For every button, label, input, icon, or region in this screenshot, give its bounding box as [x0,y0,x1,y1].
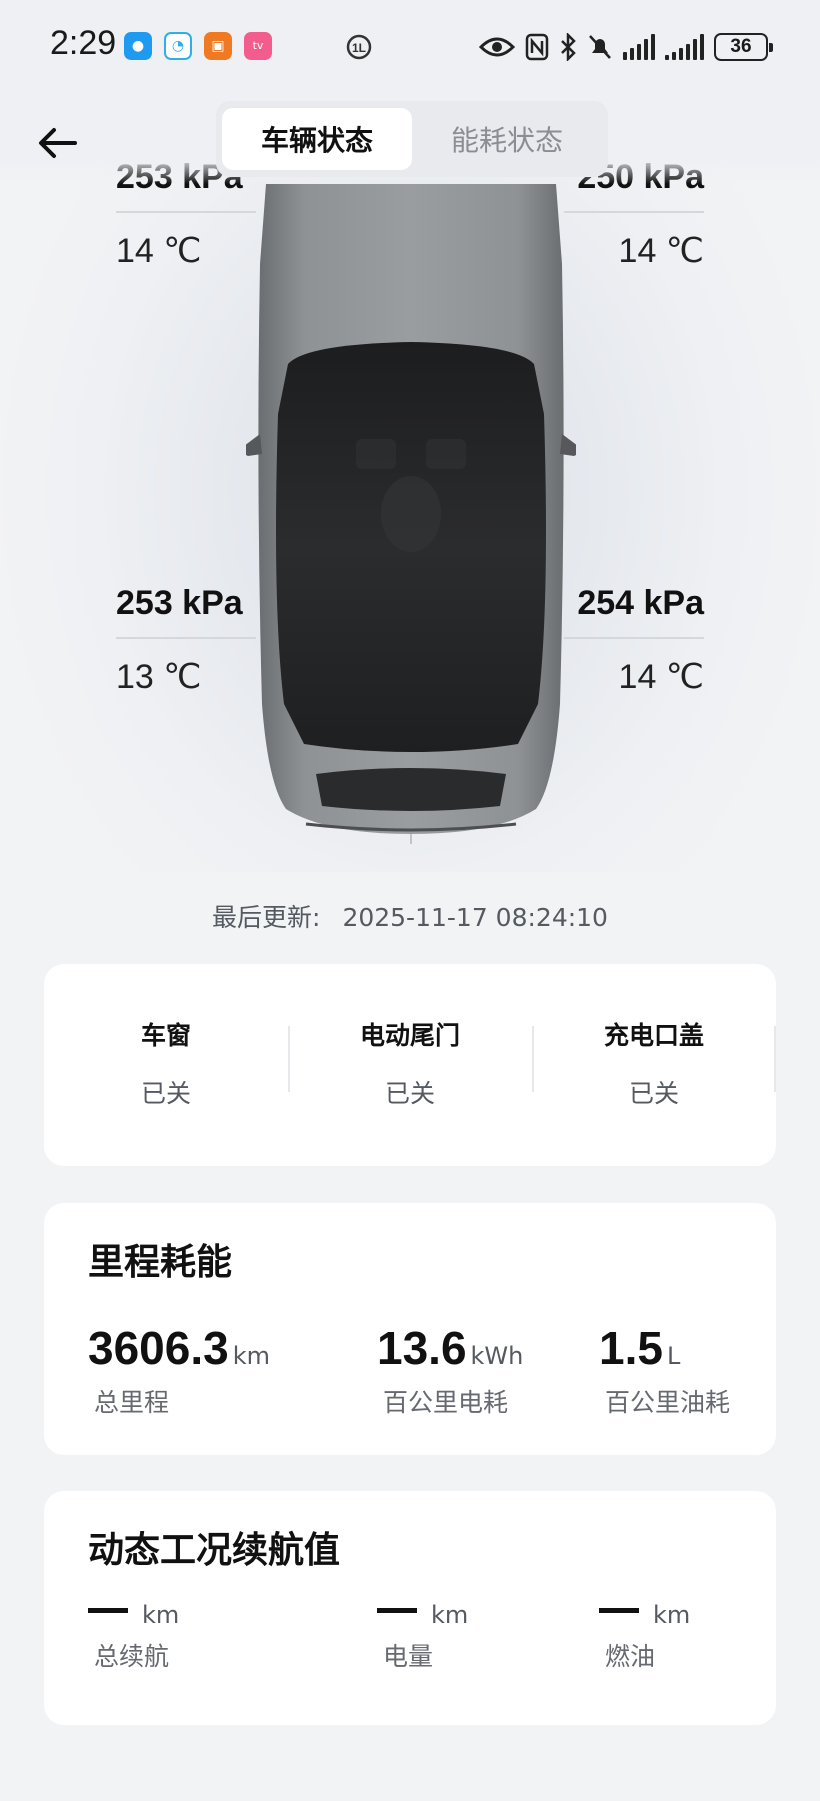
chat-app-icon: ◔ [164,32,192,60]
metric-label: 燃油 [605,1642,656,1671]
fuel-consumption-metric: 1.5 L 百公里油耗 [599,1321,730,1419]
dynamic-range-card: 动态工况续航值 km 总续航 km 电量 km 燃油 [44,1491,776,1725]
mileage-card: 里程耗能 3606.3 km 总里程 13.6 kWh 百公里电耗 1.5 L 百公里… [44,1203,776,1455]
tire-temp-value: 14 ℃ [116,232,202,270]
svg-text:1L: 1L [352,41,366,55]
metric-label: 总续航 [94,1642,170,1671]
eye-icon [479,37,515,57]
empty-value-dash [599,1608,639,1613]
battery-icon: 36 [714,33,773,61]
empty-value-dash [377,1608,417,1613]
window-status: 车窗 已关 [44,1016,288,1166]
metric-unit: L [666,1342,681,1370]
metric-label: 百公里油耗 [605,1388,731,1417]
status-icons: 36 [479,30,773,64]
metric-value: 3606.3 [88,1322,229,1374]
status-title: 车窗 [140,1021,191,1050]
bluetooth-icon [561,33,576,61]
electric-range-metric: km 电量 [377,1601,468,1673]
status-time: 2:29 [50,24,117,62]
metric-value: 1.5 [599,1322,663,1374]
total-mileage-metric: 3606.3 km 总里程 [88,1321,270,1419]
tab-vehicle-status[interactable]: 车辆状态 [222,108,412,170]
status-value: 已关 [140,1079,191,1108]
total-range-metric: km 总续航 [88,1601,179,1673]
last-updated-value: 2025-11-17 08:24:10 [342,903,608,932]
nfc-icon [525,33,549,61]
charge-port-status: 充电口盖 已关 [532,1016,776,1166]
divider [564,211,704,213]
signal-icon [623,34,655,60]
tailgate-status: 电动尾门 已关 [288,1016,532,1166]
card-title: 动态工况续航值 [88,1530,341,1571]
message-app-icon: ● [124,32,152,60]
metric-unit: km [142,1601,180,1629]
status-value: 已关 [628,1079,679,1108]
back-arrow-icon [39,128,77,158]
tire-temp-value: 14 ℃ [618,232,704,270]
tire-rear-right: 254 kPa 14 ℃ [564,584,704,697]
metric-unit: kWh [470,1342,524,1370]
tire-rear-left: 253 kPa 13 ℃ [116,584,256,697]
fuel-range-metric: km 燃油 [599,1601,690,1673]
back-button[interactable] [28,114,86,172]
metric-unit: km [653,1601,691,1629]
divider [116,211,256,213]
header-bar: 车辆状态 能耗状态 [0,92,820,184]
tire-temp-value: 13 ℃ [116,658,202,696]
status-title: 电动尾门 [359,1021,460,1050]
last-updated-label: 最后更新: [212,903,321,932]
tab-energy-status[interactable]: 能耗状态 [412,108,602,170]
tire-temp-value: 14 ℃ [618,658,704,696]
divider [564,637,704,639]
tire-pressure-value: 253 kPa [116,584,243,622]
mute-icon [589,35,611,59]
card-title: 里程耗能 [88,1242,233,1283]
bilibili-app-icon: tv [244,32,272,60]
metric-unit: km [232,1342,270,1370]
metric-label: 电量 [383,1642,434,1671]
signal-icon [665,34,704,60]
metric-unit: km [431,1601,469,1629]
metric-label: 百公里电耗 [383,1388,509,1417]
empty-value-dash [88,1608,128,1613]
status-title: 充电口盖 [603,1021,704,1050]
closure-status-card: 车窗 已关 电动尾门 已关 充电口盖 已关 [44,964,776,1166]
orange-app-icon: ▣ [204,32,232,60]
status-bar: 2:29 ● ◔ ▣ tv 1L 36 [0,0,820,92]
divider [116,637,256,639]
status-value: 已关 [384,1079,435,1108]
power-consumption-metric: 13.6 kWh 百公里电耗 [377,1321,523,1419]
tab-bar: 车辆状态 能耗状态 [216,101,608,177]
car-top-view-image [246,184,576,844]
sync-icon: 1L [346,34,372,60]
tire-pressure-value: 254 kPa [577,584,704,622]
metric-label: 总里程 [94,1388,170,1417]
last-updated: 最后更新: 2025-11-17 08:24:10 [0,898,820,934]
metric-value: 13.6 [377,1322,467,1374]
vehicle-hero: 车辆状态 能耗状态 [0,92,820,872]
